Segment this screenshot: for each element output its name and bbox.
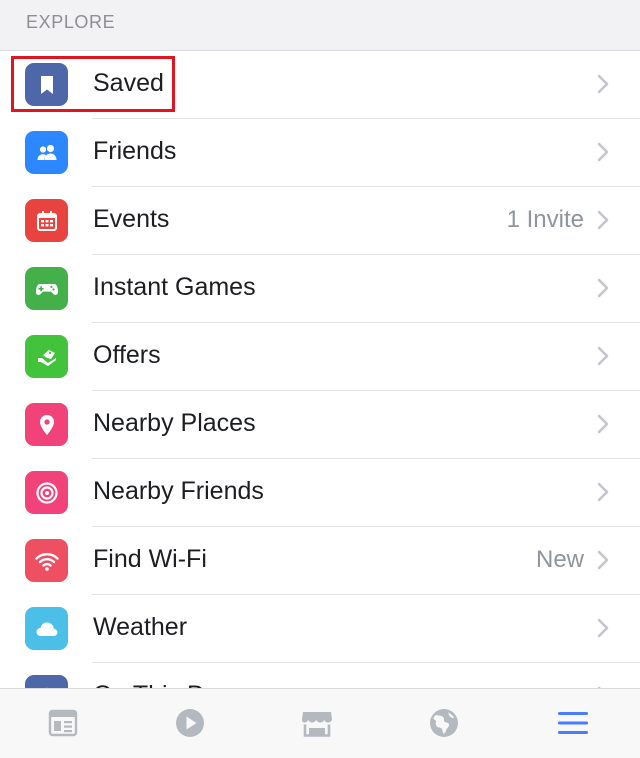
- chevron-right-icon: [597, 618, 609, 638]
- chevron-right-icon: [597, 414, 609, 434]
- list-item-label: Weather: [93, 613, 188, 641]
- notifications-tab[interactable]: [424, 703, 464, 743]
- cloud-icon: [25, 607, 68, 650]
- list-item-label: Nearby Places: [93, 409, 256, 437]
- menu-tab[interactable]: [553, 703, 593, 743]
- marketplace-tab[interactable]: [297, 703, 337, 743]
- list-item-label: Nearby Friends: [93, 477, 264, 505]
- saved-highlight-box: [11, 56, 175, 112]
- location-pin-icon: [25, 403, 68, 446]
- watch-tab[interactable]: [170, 703, 210, 743]
- list-item-label: Friends: [93, 137, 177, 165]
- explore-section-header: EXPLORE: [0, 0, 640, 51]
- chevron-right-icon: [597, 278, 609, 298]
- storefront-icon: [302, 712, 332, 737]
- wifi-icon: [25, 539, 68, 582]
- chevron-right-icon: [597, 550, 609, 570]
- news-feed-tab[interactable]: [43, 703, 83, 743]
- list-item-instant-games[interactable]: Instant Games: [0, 255, 640, 323]
- section-title: EXPLORE: [26, 12, 116, 32]
- list-item-find-wifi[interactable]: Find Wi-Fi New: [0, 527, 640, 595]
- globe-icon: [430, 709, 458, 737]
- bottom-tab-bar: [0, 688, 640, 758]
- calendar-icon: [25, 199, 68, 242]
- chevron-right-icon: [597, 210, 609, 230]
- list-item-detail: New: [535, 546, 584, 573]
- list-item-detail: 1 Invite: [506, 206, 584, 233]
- list-item-offers[interactable]: Offers: [0, 323, 640, 391]
- gamepad-icon: [25, 267, 68, 310]
- list-item-events[interactable]: Events 1 Invite: [0, 187, 640, 255]
- list-item-weather[interactable]: Weather: [0, 595, 640, 663]
- list-item-friends[interactable]: Friends: [0, 119, 640, 187]
- list-item-label: Instant Games: [93, 273, 256, 301]
- target-icon: [25, 471, 68, 514]
- offer-icon: [25, 335, 68, 378]
- chevron-right-icon: [597, 482, 609, 502]
- news-feed-icon: [48, 709, 78, 737]
- list-item-nearby-places[interactable]: Nearby Places: [0, 391, 640, 459]
- list-item-label: Events: [93, 205, 170, 233]
- chevron-right-icon: [597, 74, 609, 94]
- menu-icon: [558, 712, 588, 734]
- friends-icon: [25, 131, 68, 174]
- chevron-right-icon: [597, 346, 609, 366]
- list-item-label: Find Wi-Fi: [93, 545, 207, 573]
- play-icon: [176, 709, 204, 737]
- list-item-label: Offers: [93, 341, 161, 369]
- list-item-nearby-friends[interactable]: Nearby Friends: [0, 459, 640, 527]
- chevron-right-icon: [597, 142, 609, 162]
